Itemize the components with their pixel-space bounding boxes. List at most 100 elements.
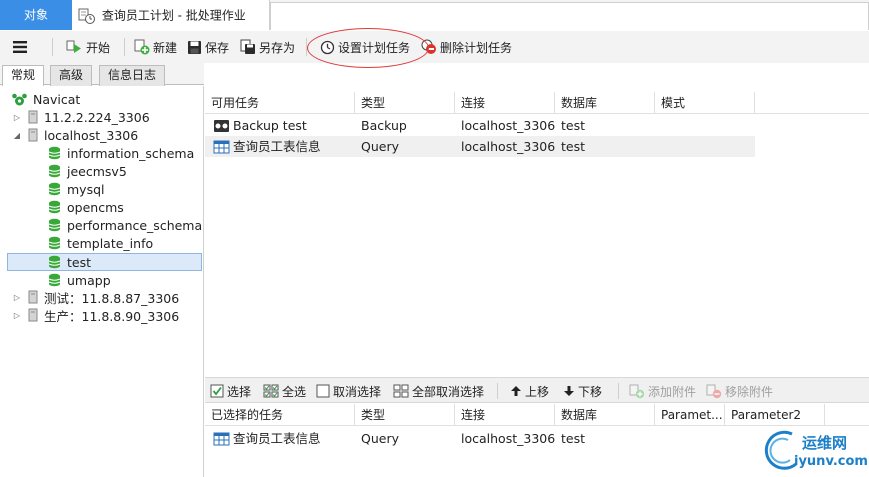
table-row[interactable]: Backup test Backup localhost_3306 test (205, 115, 755, 136)
table-row[interactable]: 查询员工表信息 Query localhost_3306 test (205, 428, 755, 449)
save-button[interactable]: 保存 (187, 35, 229, 59)
tree-item-database[interactable]: mysql (48, 180, 105, 198)
toolbar-divider (618, 383, 619, 399)
tab-batch-job[interactable]: 查询员工计划 - 批处理作业 (72, 0, 270, 30)
column-header-database[interactable]: 数据库 (555, 404, 655, 426)
connection-cell: localhost_3306 (461, 431, 556, 446)
tab-advanced[interactable]: 高级 (50, 65, 93, 86)
tree-item-label: 生产：11.8.8.90_3306 (44, 308, 180, 324)
column-header-type[interactable]: 类型 (355, 92, 455, 114)
tree-item-database[interactable]: template_info (48, 234, 153, 252)
column-header-parameter1[interactable]: Paramet... (655, 404, 725, 426)
left-panel-tabs: 常规 高级 信息日志 (0, 63, 204, 87)
add-attachment-icon (629, 384, 645, 398)
tree-item-database[interactable]: information_schema (48, 144, 194, 162)
tree-item-database-selected[interactable]: test (48, 253, 91, 271)
tree-item-database[interactable]: performance_schema (48, 216, 202, 234)
column-header-connection[interactable]: 连接 (455, 404, 555, 426)
hamburger-menu-icon (13, 41, 27, 53)
table-row[interactable]: 查询员工表信息 Query localhost_3306 test (205, 136, 755, 157)
deselect-button[interactable]: 取消选择 (316, 382, 381, 400)
database-icon (48, 164, 61, 178)
add-attachment-button[interactable]: 添加附件 (629, 382, 696, 400)
task-cell: Backup test (207, 115, 307, 136)
move-down-button[interactable]: 下移 (563, 382, 602, 400)
database-icon (48, 200, 61, 214)
toolbar-divider (306, 38, 307, 56)
database-cell: test (561, 431, 586, 446)
tree-item-label: template_info (67, 235, 154, 251)
tree-root-navicat[interactable]: Navicat (12, 90, 80, 108)
expand-arrow-icon[interactable]: ▷ (12, 113, 22, 122)
tree-item-label: 11.2.2.224_3306 (44, 109, 150, 125)
tree-item-label: 测试：11.8.8.87_3306 (44, 290, 180, 306)
new-button[interactable]: 新建 (134, 35, 177, 59)
tab-batch-job-label: 查询员工计划 - 批处理作业 (101, 8, 246, 23)
column-header-connection[interactable]: 连接 (455, 92, 555, 114)
tree-item-database[interactable]: jeecmsv5 (48, 162, 127, 180)
select-button[interactable]: 选择 (210, 382, 251, 400)
column-header-parameter2[interactable]: Parameter2 (725, 404, 825, 426)
database-icon (48, 146, 61, 160)
column-header-task[interactable]: 可用任务 (205, 92, 355, 114)
type-cell: Query (361, 139, 399, 154)
available-tasks-header: 可用任务 类型 连接 数据库 模式 (205, 92, 869, 114)
main-toolbar: 开始 新建 保存 另存为 设置计划任务 删除计划任务 (0, 31, 869, 63)
save-icon (188, 40, 201, 54)
column-header-selected-task[interactable]: 已选择的任务 (205, 404, 355, 426)
connection-cell: localhost_3306 (461, 139, 556, 154)
tab-message-log[interactable]: 信息日志 (99, 65, 166, 86)
watermark-cn: 运维网 (802, 434, 848, 452)
remove-attachment-label: 移除附件 (725, 384, 774, 399)
navicat-logo-icon (12, 93, 27, 105)
database-cell: test (561, 118, 586, 133)
tree-item-server[interactable]: ▷ 测试：11.8.8.87_3306 (12, 288, 179, 306)
save-as-button[interactable]: 另存为 (240, 35, 295, 59)
tree-item-server[interactable]: ▷ 生产：11.8.8.90_3306 (12, 306, 179, 324)
deselect-all-icon (393, 384, 409, 398)
deselect-all-button[interactable]: 全部取消选择 (393, 382, 484, 400)
backup-icon (214, 119, 229, 132)
tree-item-database[interactable]: umapp (48, 271, 111, 289)
start-button[interactable]: 开始 (66, 35, 110, 59)
start-label: 开始 (86, 40, 111, 55)
delete-schedule-icon (421, 39, 436, 54)
query-table-icon (213, 140, 230, 153)
checkbox-checked-icon (210, 384, 224, 398)
type-cell: Query (361, 431, 399, 446)
available-tasks-grid: 可用任务 类型 连接 数据库 模式 Backup test Backup loc… (205, 92, 869, 376)
tree-item-database[interactable]: opencms (48, 198, 124, 216)
select-all-label: 全选 (282, 384, 307, 399)
collapse-arrow-icon[interactable]: ◢ (12, 131, 22, 140)
move-up-button[interactable]: 上移 (510, 382, 549, 400)
tab-object[interactable]: 对象 (0, 0, 72, 30)
database-icon (48, 218, 61, 232)
tree-item-label: performance_schema (67, 217, 203, 233)
tree-item-label: information_schema (67, 145, 195, 161)
query-table-icon (213, 432, 230, 445)
remove-attachment-button[interactable]: 移除附件 (706, 382, 773, 400)
expand-arrow-icon[interactable]: ▷ (12, 311, 22, 320)
menu-button[interactable] (12, 35, 31, 59)
watermark: 运维网 iyunv.com (762, 428, 869, 477)
deselect-label: 取消选择 (333, 384, 382, 399)
set-schedule-button[interactable]: 设置计划任务 (320, 35, 410, 59)
save-as-icon (240, 39, 255, 54)
connection-tree: Navicat ▷ 11.2.2.224_3306 ◢ localhost_33… (0, 86, 204, 477)
task-name: Backup test (233, 118, 307, 133)
checkbox-empty-icon (316, 384, 330, 398)
tab-general[interactable]: 常规 (2, 65, 45, 87)
tab-bar-empty (270, 2, 869, 30)
tree-item-server[interactable]: ◢ localhost_3306 (12, 126, 138, 144)
database-icon (48, 255, 61, 269)
select-all-button[interactable]: 全选 (263, 382, 306, 400)
column-header-type[interactable]: 类型 (355, 404, 455, 426)
connection-cell: localhost_3306 (461, 118, 556, 133)
column-header-database[interactable]: 数据库 (555, 92, 655, 114)
toolbar-divider (124, 38, 125, 56)
tree-item-server[interactable]: ▷ 11.2.2.224_3306 (12, 108, 150, 126)
column-header-schema[interactable]: 模式 (655, 92, 755, 114)
delete-schedule-button[interactable]: 删除计划任务 (421, 35, 512, 59)
add-attachment-label: 添加附件 (648, 384, 697, 399)
expand-arrow-icon[interactable]: ▷ (12, 293, 22, 302)
